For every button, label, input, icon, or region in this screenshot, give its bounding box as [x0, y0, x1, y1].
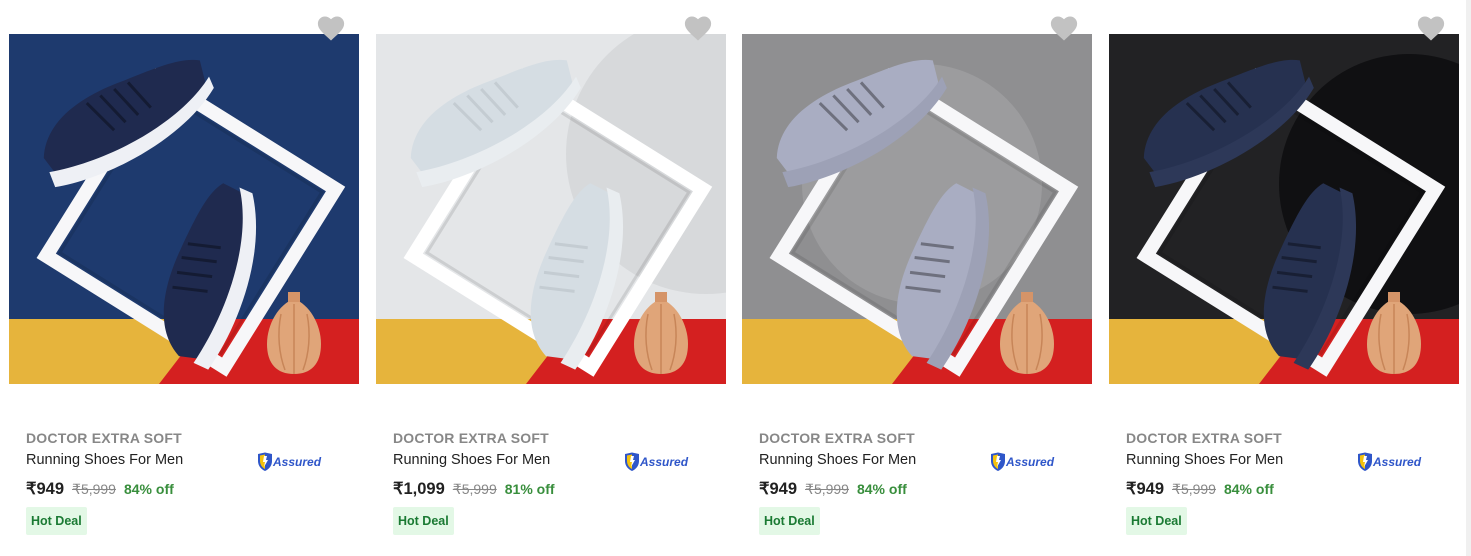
selling-price: ₹949 [759, 480, 798, 498]
product-image[interactable] [376, 34, 726, 384]
heart-icon[interactable] [1416, 14, 1446, 42]
assured-shield-icon: Assured [258, 452, 322, 471]
discount-label: 84% off [856, 481, 907, 497]
product-brand: DOCTOR EXTRA SOFT [1126, 430, 1282, 446]
product-image[interactable] [1109, 34, 1459, 384]
assured-label: Assured [1372, 455, 1422, 469]
assured-label: Assured [272, 455, 322, 469]
original-price: ₹5,999 [452, 481, 497, 497]
hot-deal-badge: Hot Deal [759, 507, 820, 535]
assured-label: Assured [1005, 455, 1055, 469]
product-card[interactable]: DOCTOR EXTRA SOFT Running Shoes For Men … [0, 0, 366, 556]
scrollbar-track[interactable] [1466, 0, 1471, 556]
original-price: ₹5,999 [1172, 481, 1216, 497]
product-card[interactable]: DOCTOR EXTRA SOFT Running Shoes For Men … [367, 0, 733, 556]
assured-label: Assured [639, 455, 689, 469]
heart-icon[interactable] [683, 14, 713, 42]
heart-icon[interactable] [316, 14, 346, 42]
product-brand: DOCTOR EXTRA SOFT [759, 430, 915, 446]
selling-price: ₹949 [26, 480, 65, 498]
product-title[interactable]: Running Shoes For Men [759, 452, 916, 468]
discount-label: 84% off [123, 481, 174, 497]
product-card[interactable]: DOCTOR EXTRA SOFT Running Shoes For Men … [733, 0, 1099, 556]
hot-deal-badge: Hot Deal [393, 507, 454, 535]
product-card[interactable]: DOCTOR EXTRA SOFT Running Shoes For Men … [1100, 0, 1466, 556]
selling-price: ₹1,099 [393, 480, 445, 498]
product-brand: DOCTOR EXTRA SOFT [393, 430, 549, 446]
product-grid: DOCTOR EXTRA SOFT Running Shoes For Men … [0, 0, 1471, 556]
selling-price: ₹949 [1126, 480, 1165, 498]
assured-shield-icon: Assured [625, 452, 689, 471]
product-title[interactable]: Running Shoes For Men [26, 452, 183, 468]
discount-label: 84% off [1223, 481, 1274, 497]
product-image[interactable] [742, 34, 1092, 384]
original-price: ₹5,999 [72, 481, 116, 497]
original-price: ₹5,999 [805, 481, 849, 497]
product-title[interactable]: Running Shoes For Men [393, 452, 550, 468]
assured-shield-icon: Assured [1358, 452, 1422, 471]
price-row: ₹949 ₹5,999 84% off [26, 479, 174, 499]
hot-deal-badge: Hot Deal [1126, 507, 1187, 535]
discount-label: 81% off [504, 481, 555, 497]
assured-shield-icon: Assured [991, 452, 1055, 471]
product-title[interactable]: Running Shoes For Men [1126, 452, 1283, 468]
hot-deal-badge: Hot Deal [26, 507, 87, 535]
heart-icon[interactable] [1049, 14, 1079, 42]
product-brand: DOCTOR EXTRA SOFT [26, 430, 182, 446]
price-row: ₹1,099 ₹5,999 81% off [393, 479, 555, 499]
price-row: ₹949 ₹5,999 84% off [759, 479, 907, 499]
price-row: ₹949 ₹5,999 84% off [1126, 479, 1274, 499]
product-image[interactable] [9, 34, 359, 384]
